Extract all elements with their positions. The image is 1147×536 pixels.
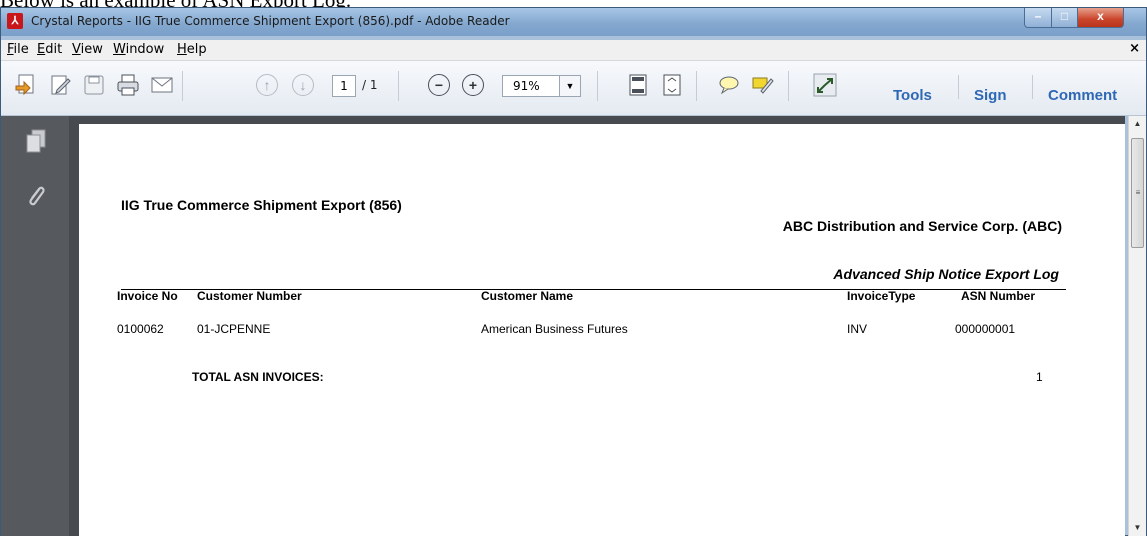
- cell-invoice-no: 0100062: [117, 322, 164, 336]
- menu-bar: File Edit View Window Help ×: [1, 40, 1146, 61]
- close-icon: x: [1097, 9, 1104, 23]
- highlight-icon[interactable]: [750, 72, 776, 98]
- navigation-pane: [1, 116, 69, 536]
- zoom-level-field[interactable]: 91%: [502, 75, 560, 97]
- close-window-button[interactable]: x: [1077, 8, 1124, 28]
- toolbar-separator: [958, 75, 959, 99]
- document-viewer[interactable]: IIG True Commerce Shipment Export (856) …: [69, 116, 1125, 536]
- cell-asn-number: 000000001: [955, 322, 1016, 336]
- maximize-icon: □: [1060, 9, 1069, 23]
- toolbar-separator: [597, 71, 598, 101]
- maximize-button[interactable]: □: [1051, 8, 1078, 28]
- report-page: IIG True Commerce Shipment Export (856) …: [79, 124, 1125, 536]
- tools-tab[interactable]: Tools: [893, 87, 932, 104]
- page-up-icon[interactable]: ↑: [254, 72, 280, 98]
- column-header-customer-name: Customer Name: [481, 289, 574, 303]
- sign-tab[interactable]: Sign: [974, 87, 1007, 104]
- menu-edit[interactable]: Edit: [37, 42, 62, 57]
- cell-customer-number: 01-JCPENNE: [197, 322, 271, 336]
- fit-page-icon[interactable]: [625, 72, 651, 98]
- print-icon[interactable]: [115, 72, 141, 98]
- page-down-icon[interactable]: ↓: [290, 72, 316, 98]
- fit-width-icon[interactable]: [659, 72, 685, 98]
- menu-window[interactable]: Window: [113, 42, 164, 57]
- edit-icon[interactable]: [47, 72, 73, 98]
- scroll-thumb[interactable]: ≡: [1131, 138, 1144, 248]
- save-icon[interactable]: [81, 72, 107, 98]
- cell-invoice-type: INV: [847, 322, 868, 336]
- create-pdf-icon[interactable]: [13, 72, 39, 98]
- column-header-invoice-type: InvoiceType: [847, 289, 916, 303]
- scroll-grip-icon: ≡: [1135, 188, 1141, 197]
- menu-file[interactable]: File: [7, 42, 29, 57]
- title-bar: ⅄ Crystal Reports - IIG True Commerce Sh…: [1, 8, 1146, 36]
- column-header-invoice-no: Invoice No: [117, 289, 178, 303]
- report-subtitle: Advanced Ship Notice Export Log: [833, 266, 1059, 282]
- adobe-reader-icon: ⅄: [7, 13, 23, 29]
- toolbar-separator: [788, 71, 789, 101]
- close-document-icon[interactable]: ×: [1129, 41, 1140, 56]
- minimize-icon: –: [1034, 9, 1042, 23]
- adobe-reader-window: ⅄ Crystal Reports - IIG True Commerce Sh…: [0, 7, 1147, 536]
- toolbar-separator: [398, 71, 399, 101]
- column-header-customer-number: Customer Number: [197, 289, 302, 303]
- page-number-input[interactable]: 1: [332, 75, 356, 97]
- scroll-down-arrow-icon[interactable]: ▼: [1129, 520, 1146, 536]
- menu-help[interactable]: Help: [177, 42, 207, 57]
- total-asn-invoices-value: 1: [1036, 370, 1043, 384]
- page-total-label: / 1: [362, 78, 378, 92]
- toolbar-separator: [1032, 75, 1033, 99]
- scroll-up-arrow-icon[interactable]: ▲: [1129, 116, 1146, 132]
- zoom-dropdown-arrow-icon[interactable]: ▼: [559, 75, 581, 97]
- cell-customer-name: American Business Futures: [481, 322, 628, 336]
- menu-view[interactable]: View: [72, 42, 103, 57]
- zoom-in-icon[interactable]: +: [460, 72, 486, 98]
- company-name: ABC Distribution and Service Corp. (ABC): [782, 218, 1062, 234]
- comment-bubble-icon[interactable]: [716, 72, 742, 98]
- minimize-button[interactable]: –: [1024, 8, 1052, 28]
- report-title: IIG True Commerce Shipment Export (856): [121, 197, 402, 213]
- zoom-out-icon[interactable]: −: [426, 72, 452, 98]
- window-title: Crystal Reports - IIG True Commerce Ship…: [31, 14, 510, 28]
- email-icon[interactable]: [149, 72, 175, 98]
- comment-tab[interactable]: Comment: [1048, 87, 1117, 104]
- total-asn-invoices-label: TOTAL ASN INVOICES:: [192, 370, 324, 384]
- vertical-scrollbar[interactable]: ▲ ≡ ▼: [1128, 116, 1146, 536]
- toolbar-separator: [696, 71, 697, 101]
- toolbar: ↑ ↓ 1 / 1 − + 91% ▼ Tools Sign Comment: [1, 61, 1146, 116]
- column-header-asn-number: ASN Number: [961, 289, 1036, 303]
- attachments-paperclip-icon[interactable]: [23, 182, 49, 208]
- toolbar-separator: [182, 71, 183, 101]
- expand-icon[interactable]: [812, 72, 838, 98]
- pages-panel-icon[interactable]: [23, 128, 49, 154]
